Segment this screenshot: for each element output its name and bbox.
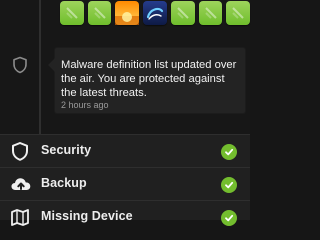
sunset-icon[interactable] xyxy=(115,1,140,25)
timeline-line xyxy=(39,0,41,134)
check-icon xyxy=(221,177,237,193)
menu-item-label: Backup xyxy=(41,176,87,190)
menu-item-missing-device[interactable]: Missing Device xyxy=(0,200,250,233)
app-icon[interactable] xyxy=(171,1,195,25)
app-icon[interactable] xyxy=(60,1,84,25)
app-icon[interactable] xyxy=(198,1,223,25)
app-icon[interactable] xyxy=(87,1,112,25)
menu-item-security[interactable]: Security xyxy=(0,134,250,167)
check-icon xyxy=(221,144,237,160)
shield-icon xyxy=(12,56,28,74)
notification-time: 2 hours ago xyxy=(61,100,109,110)
swirl-icon[interactable] xyxy=(143,1,168,25)
notification-card[interactable]: Malware definition list updated over the… xyxy=(48,48,245,113)
map-icon xyxy=(10,207,30,227)
shield-icon xyxy=(10,141,30,161)
app-strip xyxy=(45,0,251,32)
check-icon xyxy=(221,210,237,226)
status-menu: Security Backup Missing Device xyxy=(0,134,250,226)
notification-pointer xyxy=(48,58,55,72)
cloud-upload-icon xyxy=(10,174,31,194)
notification-message: Malware definition list updated over the… xyxy=(61,59,237,99)
menu-item-label: Security xyxy=(41,143,92,157)
timeline: Malware definition list updated over the… xyxy=(0,0,251,134)
app-icon[interactable] xyxy=(226,1,251,25)
menu-item-backup[interactable]: Backup xyxy=(0,167,250,200)
menu-item-label: Missing Device xyxy=(41,209,133,223)
